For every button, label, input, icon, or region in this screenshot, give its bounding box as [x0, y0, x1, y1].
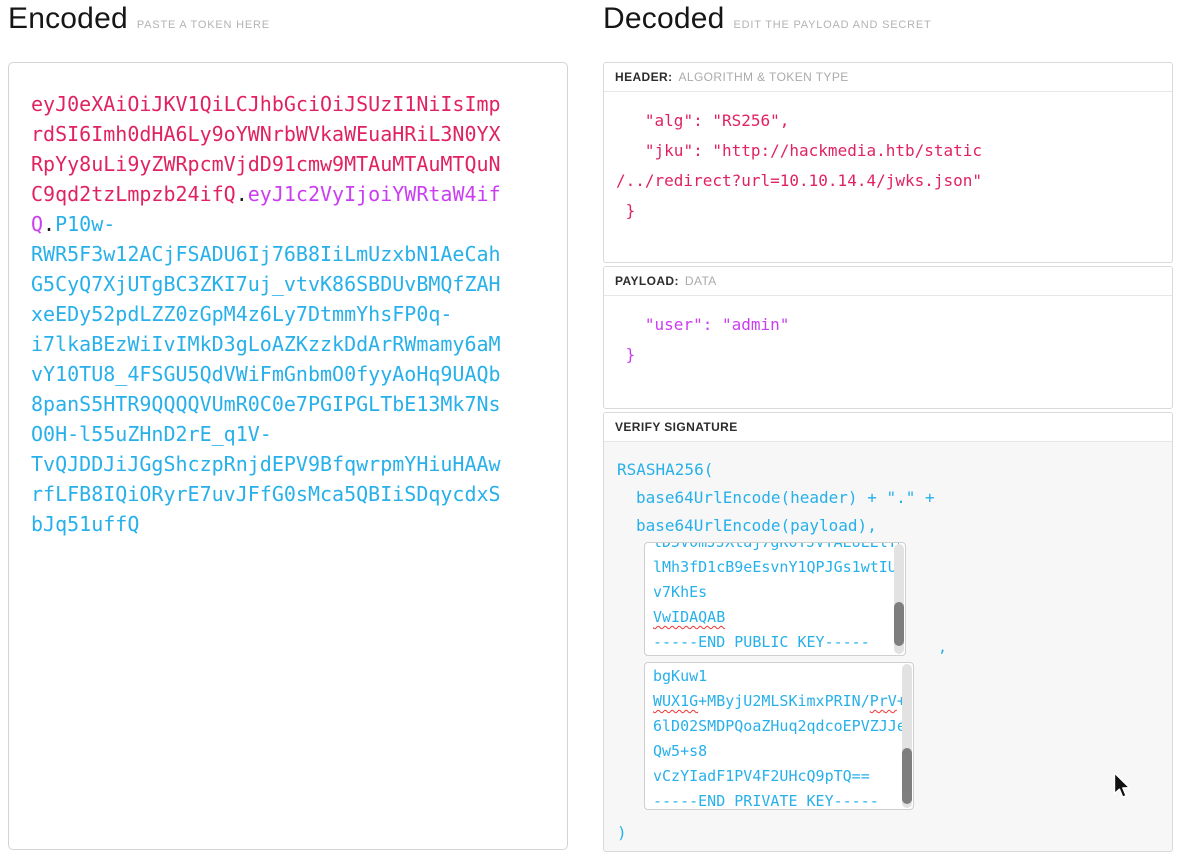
- key-text-line: bgKuw1: [653, 664, 907, 689]
- decoded-heading: Decoded EDIT THE PAYLOAD AND SECRET: [603, 2, 932, 36]
- decoded-panels: HEADER: ALGORITHM & TOKEN TYPE "alg": "R…: [603, 62, 1173, 855]
- jwt-debugger-page: Encoded PASTE A TOKEN HERE Decoded EDIT …: [0, 0, 1181, 862]
- private-key-textarea[interactable]: bgKuw1WUX1G+MByjU2MLSKimxPRIN/PrV+D6lD02…: [644, 662, 914, 810]
- key-inputs: lD5V0mJJXtaj7gK0TJVYAEUEElYpBlMh3fD1cB9e…: [644, 542, 1160, 810]
- jwt-token-text[interactable]: eyJ0eXAiOiJKV1QiLCJhbGciOiJSUzI1NiIsImpr…: [31, 89, 507, 539]
- verify-signature-body: RSASHA256( base64UrlEncode(header) + "."…: [604, 442, 1172, 852]
- encoded-token-editor[interactable]: eyJ0eXAiOiJKV1QiLCJhbGciOiJSUzI1NiIsImpr…: [8, 62, 568, 850]
- encoded-heading: Encoded PASTE A TOKEN HERE: [8, 2, 270, 36]
- key-text-line: v7KhEs: [653, 580, 899, 605]
- header-section: HEADER: ALGORITHM & TOKEN TYPE "alg": "R…: [603, 62, 1173, 263]
- verify-algorithm-line: RSASHA256(: [617, 456, 1160, 484]
- verify-closing-paren: ): [617, 819, 1160, 847]
- key-text-line: -----END PUBLIC KEY-----: [653, 630, 899, 655]
- key-text-line: -----END PRIVATE KEY-----: [653, 789, 907, 809]
- payload-section: PAYLOAD: DATA "user": "admin" }: [603, 266, 1173, 409]
- verify-label: VERIFY SIGNATURE: [615, 420, 738, 434]
- payload-json-editor[interactable]: "user": "admin" }: [604, 296, 1172, 370]
- payload-label: PAYLOAD:: [615, 274, 679, 288]
- encoded-subtitle: PASTE A TOKEN HERE: [137, 19, 270, 31]
- key-text-line: WUX1G+MByjU2MLSKimxPRIN/PrV+D: [653, 689, 907, 714]
- verify-section-label: VERIFY SIGNATURE: [604, 413, 1172, 442]
- public-key-textarea[interactable]: lD5V0mJJXtaj7gK0TJVYAEUEElYpBlMh3fD1cB9e…: [644, 542, 906, 656]
- key-text-line: lD5V0mJJXtaj7gK0TJVYAEUEElYpB: [653, 543, 899, 555]
- mouse-cursor-icon: [1113, 772, 1133, 805]
- keys-separator-comma: ,: [938, 638, 947, 656]
- decoded-subtitle: EDIT THE PAYLOAD AND SECRET: [734, 19, 932, 31]
- header-sublabel: ALGORITHM & TOKEN TYPE: [678, 70, 848, 84]
- header-json-editor[interactable]: "alg": "RS256", "jku": "http://hackmedia…: [604, 92, 1172, 226]
- verify-encode-payload-line: base64UrlEncode(payload),: [617, 512, 1160, 540]
- payload-sublabel: DATA: [685, 274, 717, 288]
- verify-encode-header-line: base64UrlEncode(header) + "." +: [617, 484, 1160, 512]
- jwt-signature-part[interactable]: P10w-RWR5F3w12ACjFSADU6Ij76B8IiLmUzxbN1A…: [31, 212, 501, 536]
- header-label: HEADER:: [615, 70, 672, 84]
- private-key-scrollbar-thumb[interactable]: [902, 748, 912, 804]
- verify-signature-section: VERIFY SIGNATURE RSASHA256( base64UrlEnc…: [603, 412, 1173, 852]
- key-text-line: 6lD02SMDPQoaZHuq2qdcoEPVZJJer: [653, 714, 907, 739]
- key-text-line: Qw5+s8: [653, 739, 907, 764]
- jwt-separator-dot: .: [236, 182, 248, 206]
- payload-section-label: PAYLOAD: DATA: [604, 267, 1172, 296]
- key-text-line: vCzYIadF1PV4F2UHcQ9pTQ==: [653, 764, 907, 789]
- decoded-title: Decoded: [603, 2, 725, 36]
- header-section-label: HEADER: ALGORITHM & TOKEN TYPE: [604, 63, 1172, 92]
- key-text-line: VwIDAQAB: [653, 605, 899, 630]
- public-key-scrollbar-thumb[interactable]: [894, 602, 904, 646]
- encoded-title: Encoded: [8, 2, 128, 36]
- jwt-separator-dot: .: [43, 212, 55, 236]
- key-text-line: lMh3fD1cB9eEsvnY1QPJGs1wtIU1w: [653, 555, 899, 580]
